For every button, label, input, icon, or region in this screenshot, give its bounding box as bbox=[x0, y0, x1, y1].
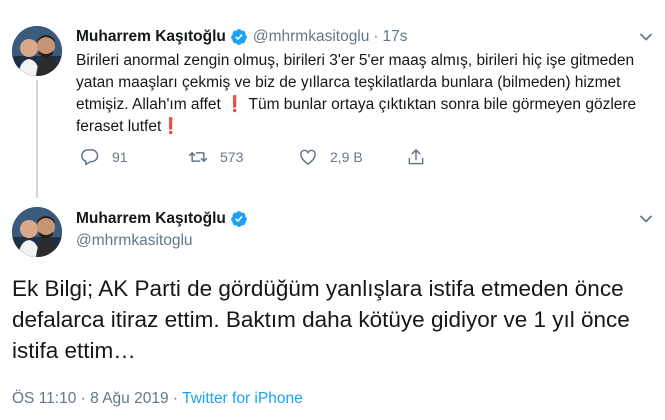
like-button[interactable]: 2,9 B bbox=[298, 145, 363, 169]
red-exclamation-emoji: ❗ bbox=[225, 96, 245, 113]
tweet-meta: ÖS 11:10 · 8 Ağu 2019 · Twitter for iPho… bbox=[12, 390, 303, 408]
author-handle[interactable]: @mhrmkasitoglu bbox=[76, 232, 193, 250]
tweet-time[interactable]: ÖS 11:10 bbox=[12, 390, 76, 407]
author-name[interactable]: Muharrem Kaşıtoğlu bbox=[76, 210, 226, 228]
retweet-button[interactable]: 573 bbox=[188, 145, 243, 169]
verified-badge-icon bbox=[230, 29, 247, 45]
tweet-source-link[interactable]: Twitter for iPhone bbox=[182, 390, 303, 407]
share-icon bbox=[408, 149, 424, 165]
red-exclamation-emoji: ❗ bbox=[161, 118, 181, 135]
meta-separator: · bbox=[76, 390, 91, 407]
verified-badge-icon bbox=[230, 211, 247, 227]
reply-icon bbox=[81, 149, 99, 166]
tweet-text: Birileri anormal zengin olmuş, birileri … bbox=[76, 50, 651, 138]
avatar-photo-icon bbox=[12, 26, 62, 76]
author-name[interactable]: Muharrem Kaşıtoğlu bbox=[76, 28, 226, 46]
avatar[interactable] bbox=[12, 26, 62, 76]
focused-tweet-text: Ek Bilgi; AK Parti de gördüğüm yanlışlar… bbox=[12, 276, 630, 363]
share-button[interactable] bbox=[406, 145, 438, 169]
chevron-down-icon[interactable] bbox=[639, 212, 653, 226]
tweet-actions: 91 573 2,9 B bbox=[76, 145, 596, 169]
thread-connector-line bbox=[36, 80, 38, 198]
chevron-down-icon[interactable] bbox=[639, 30, 653, 44]
separator-dot: · bbox=[373, 28, 379, 45]
retweet-count: 573 bbox=[220, 149, 244, 165]
tweet-timestamp[interactable]: 17s bbox=[383, 28, 408, 46]
avatar-photo-icon bbox=[12, 207, 62, 257]
avatar[interactable] bbox=[12, 207, 62, 257]
like-count: 2,9 B bbox=[330, 149, 363, 165]
retweet-icon bbox=[188, 152, 208, 162]
heart-icon bbox=[300, 149, 316, 165]
tweet-date[interactable]: 8 Ağu 2019 bbox=[90, 390, 168, 407]
reply-count: 91 bbox=[112, 149, 128, 165]
author-handle[interactable]: @mhrmkasitoglu bbox=[253, 28, 370, 46]
meta-separator: · bbox=[168, 390, 183, 407]
reply-button[interactable]: 91 bbox=[80, 145, 128, 169]
